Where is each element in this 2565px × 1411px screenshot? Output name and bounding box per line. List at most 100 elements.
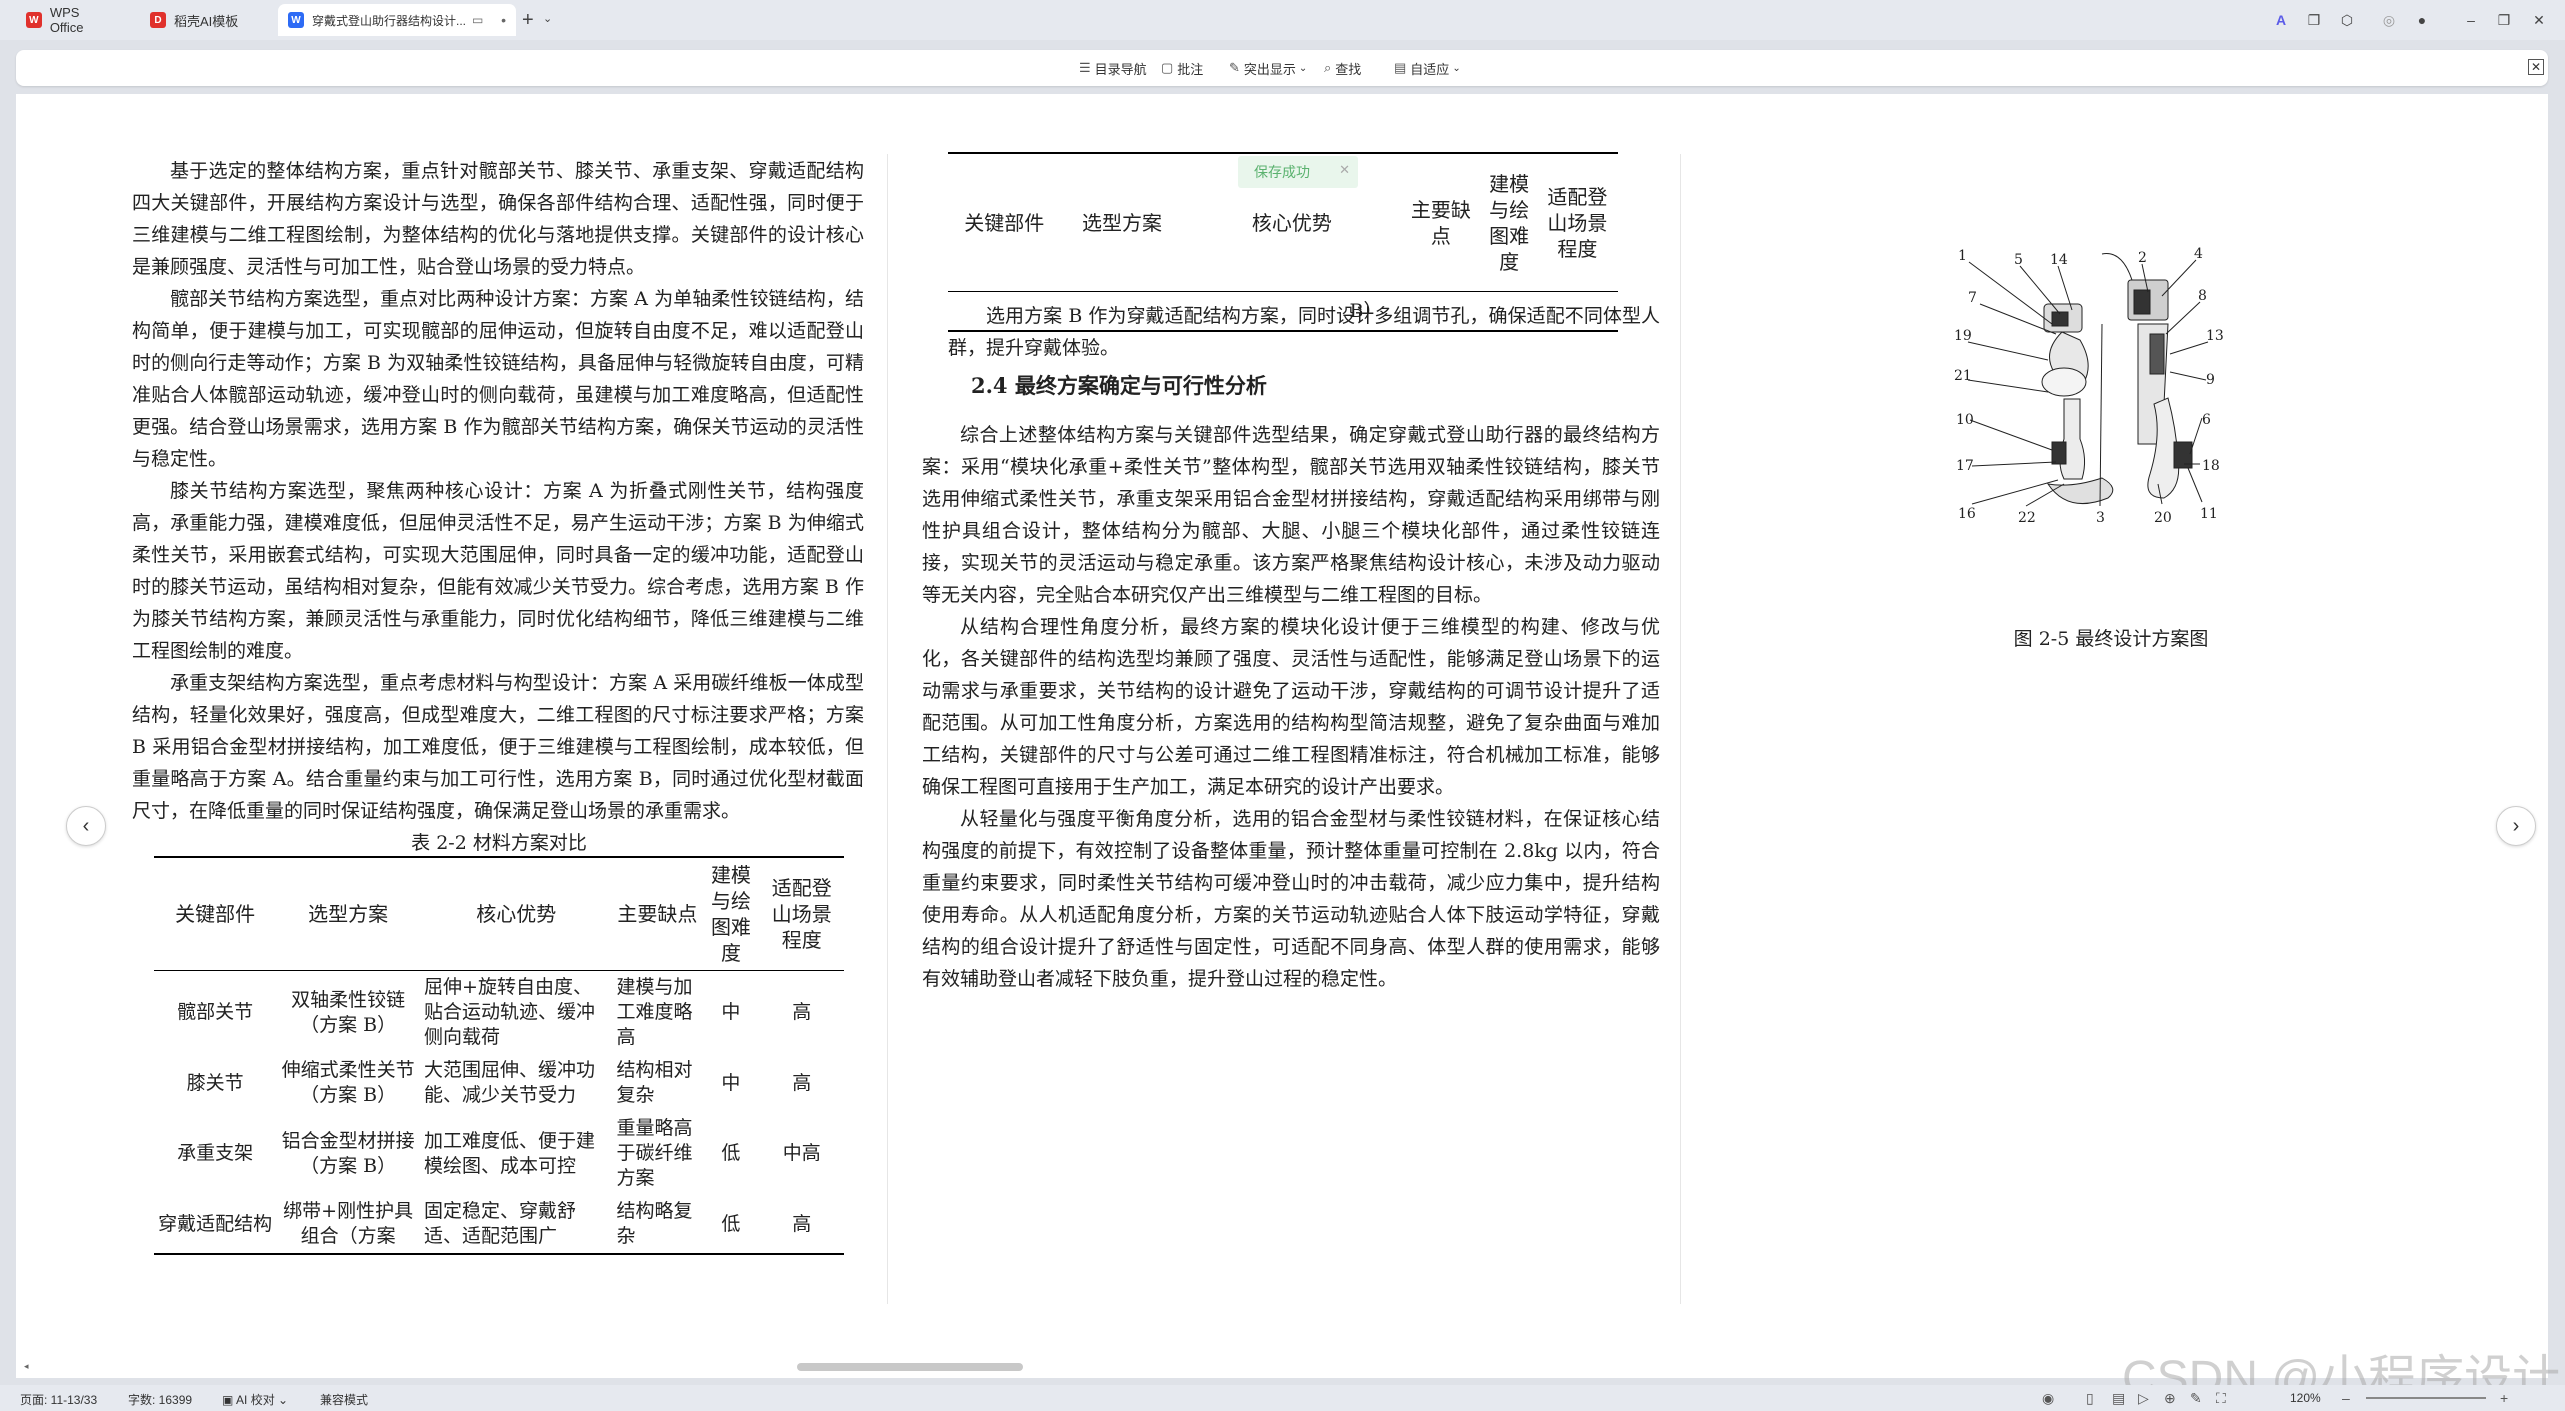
zoom-in-icon[interactable]: + bbox=[2500, 1390, 2508, 1406]
figure-label: 21 bbox=[1954, 368, 1972, 384]
section-heading: 2.4 最终方案确定与可行性分析 bbox=[971, 373, 1267, 398]
zoom-level[interactable]: 120% bbox=[2290, 1391, 2321, 1405]
table-header-cell: 主要缺点 bbox=[1400, 153, 1482, 292]
table-header-cell: 适配登山场景程度 bbox=[759, 857, 844, 971]
word-count[interactable]: 字数: 16399 bbox=[128, 1391, 192, 1408]
exoskeleton-design-figure: 1 5 14 2 4 7 8 19 13 9 21 10 6 17 18 16 … bbox=[1954, 246, 2224, 526]
tab-active-document[interactable]: W 穿戴式登山助行器结构设计... ▭ • bbox=[278, 4, 516, 36]
middle-page-text-top: 选用方案 B 作为穿戴适配结构方案，同时设计多组调节孔，确保适配不同体型人群，提… bbox=[948, 300, 1660, 364]
tab-label: WPS Office bbox=[49, 5, 84, 35]
page-view-icon[interactable]: ▯ bbox=[2086, 1390, 2094, 1407]
eye-icon[interactable]: ◉ bbox=[2042, 1390, 2054, 1407]
table-cell: 大范围屈伸、缓冲功能、减少关节受力 bbox=[424, 1059, 596, 1106]
left-page-text: 基于选定的整体结构方案，重点针对髋部关节、膝关节、承重支架、穿戴适配结构四大关键… bbox=[132, 155, 864, 827]
ai-logo-icon[interactable]: A bbox=[2272, 11, 2290, 29]
chevron-down-icon[interactable]: ⌄ bbox=[543, 12, 552, 25]
save-success-toast: 保存成功 ✕ bbox=[1238, 156, 1358, 188]
comment-icon: ▢ bbox=[1161, 60, 1174, 75]
settings-icon[interactable]: ◎ bbox=[2380, 11, 2398, 29]
close-reading-mode-icon[interactable]: ✕ bbox=[2528, 59, 2544, 75]
table-cell: 铝合金型材拼接（方案 B） bbox=[281, 1129, 415, 1177]
outline-view-icon[interactable]: ▤ bbox=[2112, 1390, 2125, 1407]
table-cell: 膝关节 bbox=[186, 1071, 244, 1094]
table-row: 膝关节 伸缩式柔性关节（方案 B） 大范围屈伸、缓冲功能、减少关节受力 结构相对… bbox=[154, 1054, 844, 1112]
table-cell: 结构相对复杂 bbox=[616, 1059, 693, 1106]
table-cell: 穿戴适配结构 bbox=[158, 1212, 273, 1235]
table-header-cell: 适配登山场景程度 bbox=[1536, 153, 1618, 292]
figure-label: 1 bbox=[1958, 248, 1967, 264]
compat-mode: 兼容模式 bbox=[320, 1393, 369, 1407]
next-page-button[interactable]: › bbox=[2496, 806, 2536, 846]
highlighter-icon: ✎ bbox=[1229, 60, 1240, 75]
new-tab-icon[interactable]: + bbox=[522, 10, 534, 30]
figure-label: 3 bbox=[2096, 510, 2105, 526]
chevron-left-icon: ‹ bbox=[82, 814, 90, 837]
pen-icon[interactable]: ✎ bbox=[2190, 1390, 2202, 1407]
close-window-icon[interactable]: ✕ bbox=[2530, 11, 2548, 29]
table-cell: 承重支架 bbox=[177, 1142, 254, 1164]
cube-icon[interactable]: ⬡ bbox=[2338, 11, 2356, 29]
tab-bar: W WPS Office D 稻壳AI模板 W 穿戴式登山助行器结构设计... … bbox=[0, 0, 2565, 40]
scroll-left-icon[interactable]: ◂ bbox=[24, 1362, 29, 1372]
monitor-icon[interactable]: ▭ bbox=[472, 13, 483, 27]
avatar-icon[interactable]: ● bbox=[2413, 11, 2431, 29]
comment-button[interactable]: ▢ 批注 bbox=[1161, 59, 1203, 77]
restore-icon[interactable]: ❐ bbox=[2495, 11, 2513, 29]
figure-label: 7 bbox=[1968, 290, 1977, 306]
paragraph: 髋部关节结构方案选型，重点对比两种设计方案：方案 A 为单轴柔性铰链结构，结构简… bbox=[132, 288, 864, 470]
figure-label: 5 bbox=[2014, 252, 2023, 268]
table-header-cell: 核心优势 bbox=[420, 857, 613, 971]
ai-proofread-label: AI 校对 bbox=[236, 1393, 275, 1407]
tab-wps-office[interactable]: W WPS Office bbox=[16, 4, 126, 36]
tab-label: 穿戴式登山助行器结构设计... bbox=[312, 13, 467, 28]
paragraph: 选用方案 B 作为穿戴适配结构方案，同时设计多组调节孔，确保适配不同体型人群，提… bbox=[948, 305, 1660, 359]
previous-page-button[interactable]: ‹ bbox=[66, 806, 106, 846]
find-button[interactable]: ⌕ 查找 bbox=[1324, 59, 1361, 77]
close-icon[interactable]: ✕ bbox=[1339, 162, 1350, 178]
table-cell: 建模与加工难度略高 bbox=[616, 976, 693, 1048]
web-view-icon[interactable]: ⊕ bbox=[2164, 1390, 2176, 1407]
zoom-out-icon[interactable]: – bbox=[2342, 1390, 2350, 1406]
horizontal-scrollbar[interactable] bbox=[797, 1363, 1023, 1371]
table-header-cell: 关键部件 bbox=[154, 857, 277, 971]
window-icon[interactable]: ❐ bbox=[2305, 11, 2323, 29]
tab-docer-ai[interactable]: D 稻壳AI模板 bbox=[140, 4, 270, 36]
list-icon: ☰ bbox=[1079, 60, 1091, 75]
fit-button[interactable]: ▤ 自适应 ⌄ bbox=[1394, 59, 1461, 77]
table-cell: 高 bbox=[792, 1071, 812, 1094]
table-cell: 伸缩式柔性关节（方案 B） bbox=[281, 1059, 415, 1106]
page-count[interactable]: 页面: 11-13/33 bbox=[20, 1391, 97, 1408]
table-header-cell: 选型方案 bbox=[1060, 153, 1184, 292]
zoom-slider[interactable] bbox=[2366, 1397, 2486, 1399]
highlight-button[interactable]: ✎ 突出显示 ⌄ bbox=[1229, 59, 1307, 77]
document-view[interactable]: 基于选定的整体结构方案，重点针对髋部关节、膝关节、承重支架、穿戴适配结构四大关键… bbox=[16, 94, 2548, 1378]
comment-label: 批注 bbox=[1177, 61, 1204, 77]
table-row: 穿戴适配结构 绑带+刚性护具组合（方案 固定稳定、穿戴舒适、适配范围广 结构略复… bbox=[154, 1195, 844, 1254]
table-header-cell: 选型方案 bbox=[276, 857, 421, 971]
fullscreen-icon[interactable]: ⛶ bbox=[2216, 1390, 2226, 1407]
minimize-icon[interactable]: – bbox=[2462, 11, 2480, 29]
figure-label: 8 bbox=[2198, 288, 2207, 304]
page-divider bbox=[1680, 154, 1681, 1304]
docer-logo-icon: D bbox=[150, 12, 166, 28]
table-cell: 绑带+刚性护具组合（方案 bbox=[283, 1200, 414, 1247]
table-cell: 中 bbox=[721, 1071, 741, 1094]
table-cell: 低 bbox=[721, 1142, 741, 1164]
ai-proofread-icon: ▣ bbox=[222, 1393, 237, 1407]
wps-writer-icon: W bbox=[288, 12, 304, 28]
close-icon[interactable]: • bbox=[501, 12, 506, 28]
paragraph: 承重支架结构方案选型，重点考虑材料与构型设计：方案 A 采用碳纤维板一体成型结构… bbox=[132, 672, 864, 822]
ai-proofread-button[interactable]: ▣ AI 校对 ⌄ bbox=[222, 1391, 288, 1408]
table-cell: 加工难度低、便于建模绘图、成本可控 bbox=[424, 1129, 596, 1177]
table-header-cell: 建模与绘图难度 bbox=[702, 857, 760, 971]
figure-label: 19 bbox=[1954, 328, 1972, 344]
page-fit-icon: ▤ bbox=[1394, 60, 1407, 75]
figure-label: 9 bbox=[2206, 372, 2215, 388]
table-cell: 髋部关节 bbox=[177, 1001, 254, 1023]
figure-label: 6 bbox=[2202, 412, 2211, 428]
table-caption: 表 2-2 材料方案对比 bbox=[411, 832, 587, 854]
toc-nav-button[interactable]: ☰ 目录导航 bbox=[1079, 59, 1147, 77]
material-comparison-table: 关键部件 选型方案 核心优势 主要缺点 建模与绘图难度 适配登山场景程度 髋部关… bbox=[154, 856, 844, 1255]
paragraph: 膝关节结构方案选型，聚焦两种核心设计：方案 A 为折叠式刚性关节，结构强度高，承… bbox=[132, 480, 864, 662]
read-mode-icon[interactable]: ▷ bbox=[2138, 1390, 2149, 1407]
